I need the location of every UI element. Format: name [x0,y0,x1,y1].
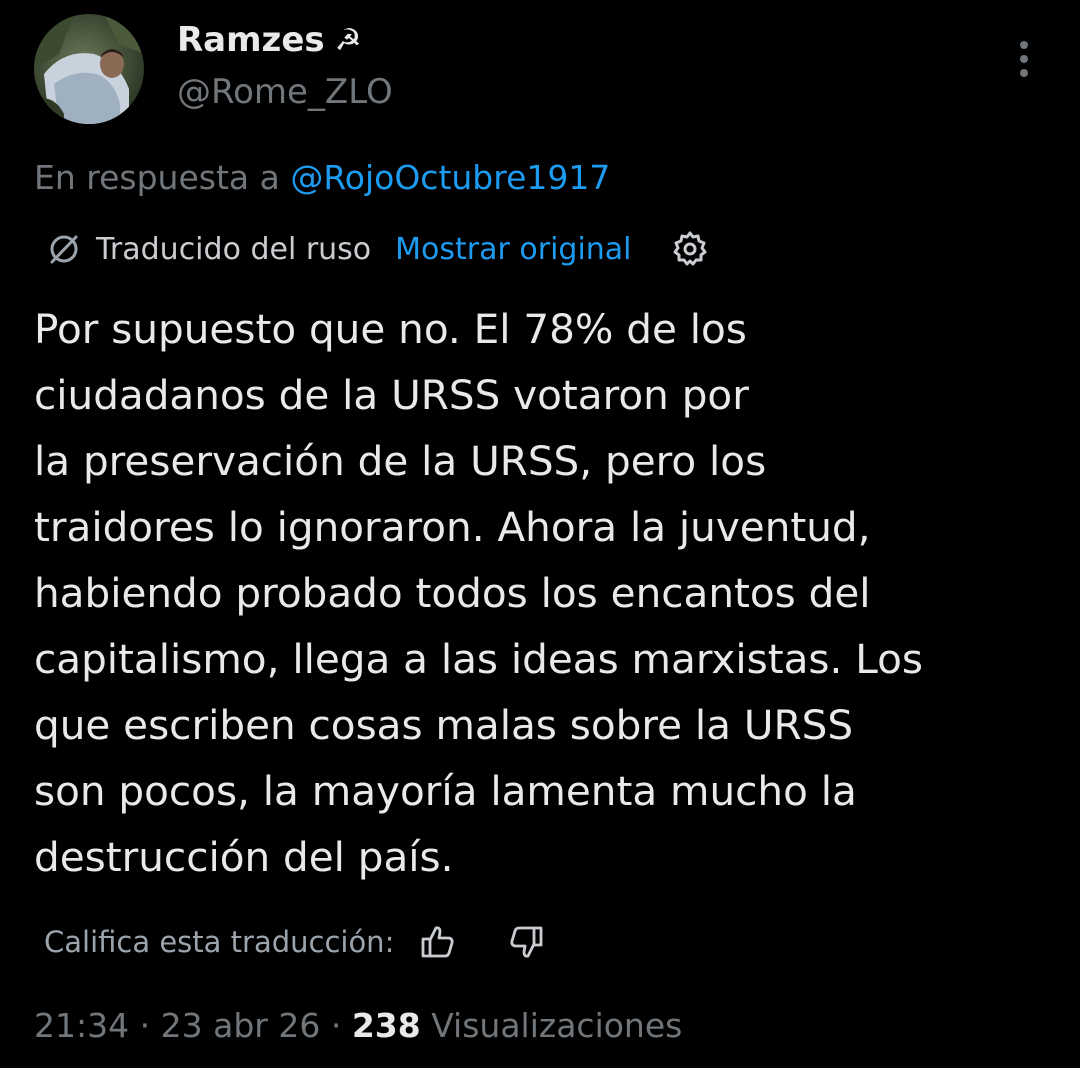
tweet-text-line: destrucción del país. [34,833,454,881]
tweet-text-line: que escriben cosas malas sobre la URSS [34,701,854,749]
views-count[interactable]: 238 [352,1006,421,1045]
tweet-text-line: ciudadanos de la URSS votaron por [34,371,749,419]
show-original-link[interactable]: Mostrar original [395,232,631,267]
author-handle[interactable]: @Rome_ZLO [177,72,393,112]
meta-separator: · [330,1006,342,1045]
profile-photo [34,14,144,124]
reply-mention-link[interactable]: @RojoOctubre1917 [290,158,610,197]
globe-icon [50,235,78,264]
tweet-text-line: capitalismo, llega a las ideas marxistas… [34,635,923,683]
tweet-text: Por supuesto que no. El 78% de los ciuda… [34,296,1044,890]
tweet-text-line: traidores lo ignoraron. Ahora la juventu… [34,503,871,551]
tweet-text-line: son pocos, la mayoría lamenta mucho la [34,767,857,815]
meta-separator: · [139,1006,151,1045]
author-name-text: Ramzes [177,20,325,60]
reply-context: En respuesta a @RojoOctubre1917 [34,158,610,197]
tweet-time[interactable]: 21:34 [34,1006,129,1045]
translated-from-label: Traducido del ruso [96,231,372,267]
translation-bar: Traducido del ruso Mostrar original [44,226,710,272]
thumbs-down-icon[interactable] [506,922,546,962]
thumbs-up-icon[interactable] [418,922,458,962]
reply-prefix: En respuesta a [34,158,280,197]
rate-translation-bar: Califica esta traducción: [44,918,546,966]
tweet-date[interactable]: 23 abr 26 [161,1006,321,1045]
hammer-sickle-emoji: ☭ [334,22,362,58]
rate-translation-label: Califica esta traducción: [44,925,395,959]
author-display-name[interactable]: Ramzes ☭ [177,20,362,60]
tweet-meta: 21:34 · 23 abr 26 · 238 Visualizaciones [34,1006,682,1045]
tweet-text-line: la preservación de la URSS, pero los [34,437,767,485]
tweet-text-line: habiendo probado todos los encantos del [34,569,871,617]
more-options-button[interactable] [1004,36,1044,84]
views-label[interactable]: Visualizaciones [431,1006,682,1045]
gear-icon[interactable] [670,229,710,269]
more-vertical-icon [1020,41,1028,77]
tweet-text-line: Por supuesto que no. El 78% de los [34,305,747,353]
avatar[interactable] [34,14,144,124]
